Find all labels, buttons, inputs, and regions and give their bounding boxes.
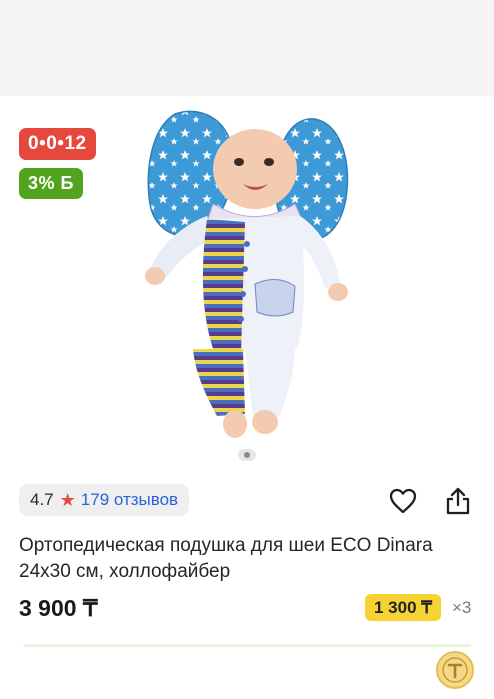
- assistant-button[interactable]: [436, 651, 474, 689]
- reviews-link[interactable]: 179 отзывов: [81, 490, 178, 510]
- rating-value: 4.7: [30, 490, 54, 509]
- product-title: Ортопедическая подушка для шеи ECO Dinar…: [19, 535, 433, 582]
- product-image[interactable]: [135, 104, 360, 444]
- assistant-logo-icon: [442, 657, 468, 683]
- bonus-badge: 3% Б: [19, 168, 83, 199]
- installment-multiplier: ×3: [452, 598, 472, 617]
- gallery-dot-active: [244, 452, 250, 458]
- star-icon: ★: [59, 490, 76, 510]
- heart-icon: [389, 488, 417, 514]
- favorite-button[interactable]: [388, 486, 418, 516]
- top-band: [0, 0, 494, 96]
- share-button[interactable]: [443, 486, 473, 516]
- bottom-bar: [0, 647, 494, 699]
- installment-price-chip[interactable]: 1 300 ₸: [365, 594, 442, 621]
- rating-chip[interactable]: 4.7 ★ 179 отзывов: [19, 484, 190, 516]
- product-price: 3 900 ₸: [19, 595, 98, 621]
- share-icon: [446, 487, 470, 515]
- installment-badge: 0•0•12: [19, 128, 96, 160]
- gallery-pagination-dots[interactable]: [238, 449, 256, 461]
